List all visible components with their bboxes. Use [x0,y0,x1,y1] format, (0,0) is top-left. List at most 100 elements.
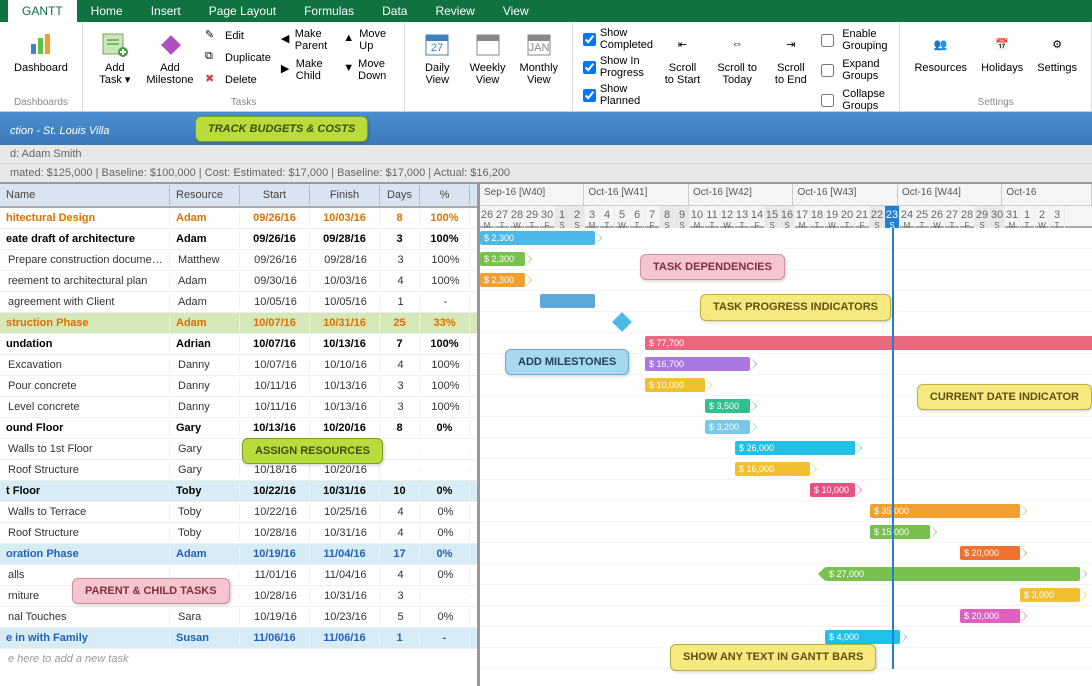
column-header[interactable]: % [420,185,470,205]
callout-current: CURRENT DATE INDICATOR [917,384,1092,410]
task-row[interactable]: Walls to 1st FloorGary [0,439,477,460]
task-row[interactable]: Roof StructureGary10/18/1610/20/16 [0,460,477,481]
chart-icon [25,28,57,60]
svg-text:27: 27 [431,42,443,54]
gantt-bar[interactable]: $ 3,200 [705,420,750,434]
edit-button[interactable]: ✎Edit [201,26,275,46]
task-row[interactable]: undationAdrian10/07/1610/13/167100% [0,334,477,355]
gantt-bar[interactable]: $ 10,000 [810,483,855,497]
task-row[interactable]: ExcavationDanny10/07/1610/10/164100% [0,355,477,376]
milestone-marker[interactable] [612,312,632,332]
timeline-day: 26M [480,206,495,228]
add-task-input[interactable]: e here to add a new task [0,649,477,669]
column-header[interactable]: Finish [310,185,380,205]
gantt-bar[interactable]: $ 15,000 [870,525,930,539]
timeline-day: 6T [630,206,645,228]
dashboard-button[interactable]: Dashboard [8,26,74,76]
gantt-bar[interactable]: $ 20,000 [960,546,1020,560]
settings-button[interactable]: ⚙Settings [1031,26,1083,76]
task-row[interactable]: Roof StructureToby10/28/1610/31/1640% [0,523,477,544]
gantt-bar[interactable]: $ 2,300 [480,273,525,287]
gantt-bar[interactable]: $ 2,300 [480,252,525,266]
column-header[interactable]: Resource [170,185,240,205]
project-budget: mated: $125,000 | Baseline: $100,000 | C… [10,167,510,179]
add-milestone-button[interactable]: Add Milestone [141,26,199,88]
column-header[interactable]: Name [0,185,170,205]
duplicate-button[interactable]: ⧉Duplicate [201,48,275,68]
task-row[interactable]: e in with FamilySusan11/06/1611/06/161- [0,628,477,649]
gantt-bar[interactable] [540,294,595,308]
timeline-day: 10M [690,206,705,228]
gantt-bar[interactable]: $ 3,500 [705,399,750,413]
holidays-button[interactable]: 📅Holidays [975,26,1029,76]
gantt-bar[interactable]: $ 20,000 [960,609,1020,623]
timeline-day: 5W [615,206,630,228]
daily-view-button[interactable]: 27Daily View [413,26,461,88]
gantt-bar[interactable]: $ 10,000 [645,378,705,392]
column-header[interactable]: Days [380,185,420,205]
gantt-bar[interactable]: $ 16,700 [645,357,750,371]
column-header[interactable]: Start [240,185,310,205]
tab-gantt[interactable]: GANTT [8,0,77,22]
scroll-today-button[interactable]: ⇔Scroll to Today [710,26,764,88]
make-child-button[interactable]: ▶Make Child [277,56,337,84]
timeline-day: 12W [720,206,735,228]
timeline-day: 29S [975,206,990,228]
scroll-start-icon: ⇤ [666,28,698,60]
gantt-bar[interactable]: $ 26,000 [735,441,855,455]
task-row[interactable]: ound FloorGary10/13/1610/20/1680% [0,418,477,439]
expand-groups-button[interactable]: Expand Groups [817,56,891,84]
group-label: Dashboards [8,96,74,109]
task-row[interactable]: Level concreteDanny10/11/1610/13/163100% [0,397,477,418]
enable-grouping-button[interactable]: Enable Grouping [817,26,891,54]
gantt-bar[interactable]: $ 3,000 [1020,588,1080,602]
task-row[interactable]: eate draft of architectureAdam09/26/1609… [0,229,477,250]
tab-data[interactable]: Data [368,0,421,22]
gantt-row: $ 10,000 [480,480,1092,501]
timeline-month: Oct-16 [1002,184,1092,205]
scroll-end-button[interactable]: ⇥Scroll to End [766,26,815,88]
tab-review[interactable]: Review [421,0,488,22]
tab-formulas[interactable]: Formulas [290,0,368,22]
scroll-end-icon: ⇥ [775,28,807,60]
task-row[interactable]: agreement with ClientAdam10/05/1610/05/1… [0,292,477,313]
gantt-bar[interactable]: $ 16,000 [735,462,810,476]
timeline-day: 24M [900,206,915,228]
checkbox-show-completed[interactable]: Show Completed [581,26,655,52]
task-row[interactable]: hitectural DesignAdam09/26/1610/03/16810… [0,208,477,229]
checkbox-show-planned[interactable]: Show Planned [581,82,655,108]
gantt-row: $ 15,000 [480,522,1092,543]
scroll-start-button[interactable]: ⇤Scroll to Start [657,26,708,88]
timeline-day: 18T [810,206,825,228]
weekly-view-button[interactable]: Weekly View [463,26,511,88]
task-row[interactable]: oration PhaseAdam10/19/1611/04/16170% [0,544,477,565]
tab-page-layout[interactable]: Page Layout [195,0,290,22]
task-row[interactable]: Prepare construction documentsMatthew09/… [0,250,477,271]
task-row[interactable]: Pour concreteDanny10/11/1610/13/163100% [0,376,477,397]
move-down-button[interactable]: ▼Move Down [339,56,396,84]
delete-button[interactable]: ✖Delete [201,70,275,90]
add-task-button[interactable]: Add Task ▾ [91,26,139,88]
task-row[interactable]: reement to architectural planAdam09/30/1… [0,271,477,292]
tab-home[interactable]: Home [77,0,137,22]
tab-insert[interactable]: Insert [137,0,195,22]
resources-button[interactable]: 👥Resources [908,26,973,76]
gantt-bar[interactable]: $ 2,300 [480,231,595,245]
gantt-bar[interactable]: $ 4,000 [825,630,900,644]
timeline-day: 29T [525,206,540,228]
project-lead: d: Adam Smith [10,148,82,160]
timeline-day: 13T [735,206,750,228]
make-parent-button[interactable]: ◀Make Parent [277,26,337,54]
task-row[interactable]: nal TouchesSara10/19/1610/23/1650% [0,607,477,628]
move-up-button[interactable]: ▲Move Up [339,26,396,54]
task-row[interactable]: Walls to TerraceToby10/22/1610/25/1640% [0,502,477,523]
task-row[interactable]: struction PhaseAdam10/07/1610/31/162533% [0,313,477,334]
gantt-bar[interactable]: $ 77,700 [645,336,1092,350]
timeline-day: 23S [885,206,900,228]
collapse-groups-button[interactable]: Collapse Groups [817,86,891,114]
task-row[interactable]: t FloorToby10/22/1610/31/16100% [0,481,477,502]
gantt-bar[interactable]: $ 27,000 [825,567,1080,581]
checkbox-show-in-progress[interactable]: Show In Progress [581,54,655,80]
monthly-view-button[interactable]: JANMonthly View [514,26,564,88]
tab-view[interactable]: View [489,0,543,22]
